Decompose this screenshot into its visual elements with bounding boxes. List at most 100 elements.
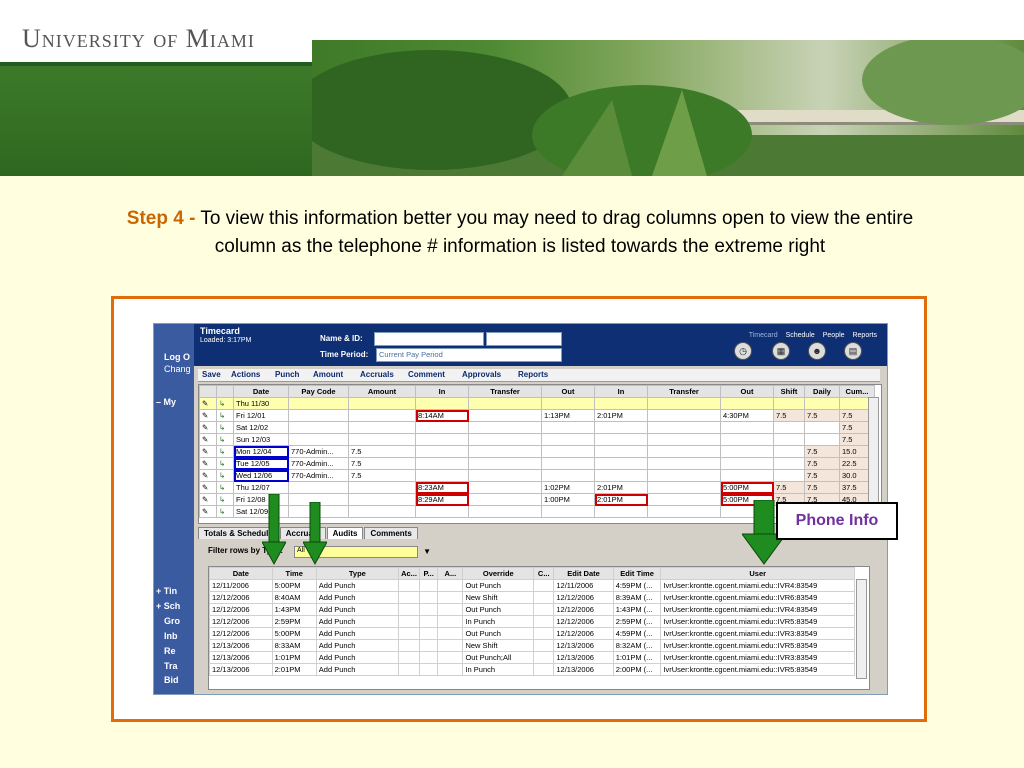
grid-cell[interactable] (348, 481, 416, 494)
audit-header-cell[interactable]: Override (462, 567, 535, 580)
table-row[interactable]: 12/12/2006 8:40AM Add Punch New Shift 12/12/… (209, 591, 855, 604)
go-to-icon[interactable]: ↳ (216, 493, 234, 506)
grid-header-cell[interactable] (216, 385, 234, 398)
edit-icon[interactable]: ✎ (199, 421, 217, 434)
grid-cell[interactable] (348, 505, 416, 518)
audit-header-cell[interactable]: Type (315, 567, 400, 580)
sidebar-item[interactable]: Gro (164, 616, 180, 626)
sidebar-item[interactable]: Log O (164, 352, 190, 362)
table-row[interactable]: ✎ ↳ Thu 12/07 8:23AM 1:02PM 2:01PM 5:00PM 7.5 7.… (199, 481, 875, 494)
grid-cell[interactable]: 770-Admin... (288, 469, 349, 482)
menu-comment[interactable]: Comment (408, 370, 445, 379)
grid-cell[interactable] (594, 505, 648, 518)
grid-cell[interactable]: 7.5 (348, 469, 416, 482)
audit-header-cell[interactable]: Edit Time (612, 567, 662, 580)
grid-cell[interactable] (415, 433, 469, 446)
grid-cell[interactable]: 4:30PM (720, 409, 774, 422)
grid-cell[interactable] (468, 481, 542, 494)
grid-cell[interactable] (288, 409, 349, 422)
grid-cell[interactable] (541, 397, 595, 410)
audit-header-cell[interactable]: A... (437, 567, 464, 580)
audit-scrollbar[interactable] (856, 579, 867, 679)
grid-cell[interactable] (468, 469, 542, 482)
grid-cell[interactable] (804, 421, 840, 434)
sidebar-item[interactable]: Re (164, 646, 176, 656)
grid-cell[interactable] (541, 505, 595, 518)
grid-cell[interactable] (773, 469, 805, 482)
grid-cell[interactable]: Wed 12/06 (233, 469, 289, 482)
grid-cell[interactable] (415, 397, 469, 410)
grid-cell[interactable] (468, 397, 542, 410)
edit-icon[interactable]: ✎ (199, 481, 217, 494)
table-row[interactable]: 12/13/2006 8:33AM Add Punch New Shift 12/13/… (209, 639, 855, 652)
go-to-icon[interactable]: ↳ (216, 421, 234, 434)
grid-cell[interactable]: 7.5 (804, 445, 840, 458)
grid-cell[interactable]: 7.5 (773, 409, 805, 422)
grid-header-cell[interactable]: In (415, 385, 469, 398)
grid-cell[interactable] (288, 397, 349, 410)
grid-cell[interactable] (647, 469, 721, 482)
grid-cell[interactable]: 7.5 (348, 445, 416, 458)
grid-cell[interactable] (720, 397, 774, 410)
grid-cell[interactable] (594, 445, 648, 458)
grid-cell[interactable] (773, 433, 805, 446)
grid-cell[interactable]: Fri 12/01 (233, 409, 289, 422)
edit-icon[interactable]: ✎ (199, 397, 217, 410)
grid-header-cell[interactable]: Cum... (839, 385, 875, 398)
audit-header-cell[interactable]: Ac... (398, 567, 420, 580)
sidebar-item[interactable]: Chang (164, 364, 191, 374)
grid-cell[interactable]: 7.5 (804, 457, 840, 470)
go-to-icon[interactable]: ↳ (216, 457, 234, 470)
grid-header-cell[interactable]: Daily (804, 385, 840, 398)
grid-cell[interactable] (415, 421, 469, 434)
sidebar-item[interactable]: Bid (164, 675, 179, 685)
grid-cell[interactable] (804, 433, 840, 446)
grid-cell[interactable] (288, 421, 349, 434)
grid-cell[interactable]: 770-Admin... (288, 445, 349, 458)
grid-cell[interactable] (594, 433, 648, 446)
grid-cell[interactable] (773, 397, 805, 410)
grid-cell[interactable] (773, 421, 805, 434)
grid-cell[interactable] (773, 457, 805, 470)
grid-cell[interactable]: 770-Admin... (288, 457, 349, 470)
grid-cell[interactable] (647, 445, 721, 458)
grid-cell[interactable] (415, 469, 469, 482)
grid-cell[interactable]: 8:14AM (415, 409, 469, 422)
nav-timecard[interactable]: Timecard (749, 332, 778, 339)
menu-amount[interactable]: Amount (313, 370, 343, 379)
grid-header-cell[interactable] (199, 385, 217, 398)
schedule-icon[interactable]: ▦ (772, 342, 790, 360)
table-row[interactable]: 12/13/2006 2:01PM Add Punch In Punch 12/13/2… (209, 663, 855, 676)
edit-icon[interactable]: ✎ (199, 409, 217, 422)
grid-cell[interactable]: 1:02PM (541, 481, 595, 494)
grid-cell[interactable] (288, 481, 349, 494)
edit-icon[interactable]: ✎ (199, 469, 217, 482)
grid-cell[interactable]: 8:23AM (415, 481, 469, 494)
grid-cell[interactable] (468, 409, 542, 422)
grid-cell[interactable]: 7.5 (804, 409, 840, 422)
grid-cell[interactable] (541, 421, 595, 434)
grid-cell[interactable] (647, 481, 721, 494)
grid-header-cell[interactable]: Out (720, 385, 774, 398)
grid-cell[interactable] (348, 409, 416, 422)
grid-cell[interactable]: 7.5 (773, 481, 805, 494)
tab-comments[interactable]: Comments (364, 527, 418, 539)
grid-cell[interactable] (594, 397, 648, 410)
go-to-icon[interactable]: ↳ (216, 409, 234, 422)
grid-header-cell[interactable]: Pay Code (288, 385, 349, 398)
grid-cell[interactable]: 7.5 (348, 457, 416, 470)
menu-actions[interactable]: Actions (231, 370, 260, 379)
grid-header-cell[interactable]: Transfer (468, 385, 542, 398)
grid-cell[interactable] (773, 445, 805, 458)
grid-cell[interactable]: 7.5 (804, 469, 840, 482)
grid-cell[interactable]: Mon 12/04 (233, 445, 289, 458)
go-to-icon[interactable]: ↳ (216, 433, 234, 446)
people-icon[interactable]: ☻ (808, 342, 826, 360)
grid-cell[interactable] (415, 445, 469, 458)
sidebar-item[interactable]: Tra (164, 661, 178, 671)
menu-reports[interactable]: Reports (518, 370, 548, 379)
grid-cell[interactable] (468, 445, 542, 458)
grid-cell[interactable]: Sat 12/02 (233, 421, 289, 434)
audit-header-cell[interactable]: Edit Date (553, 567, 614, 580)
menu-save[interactable]: Save (202, 370, 221, 379)
